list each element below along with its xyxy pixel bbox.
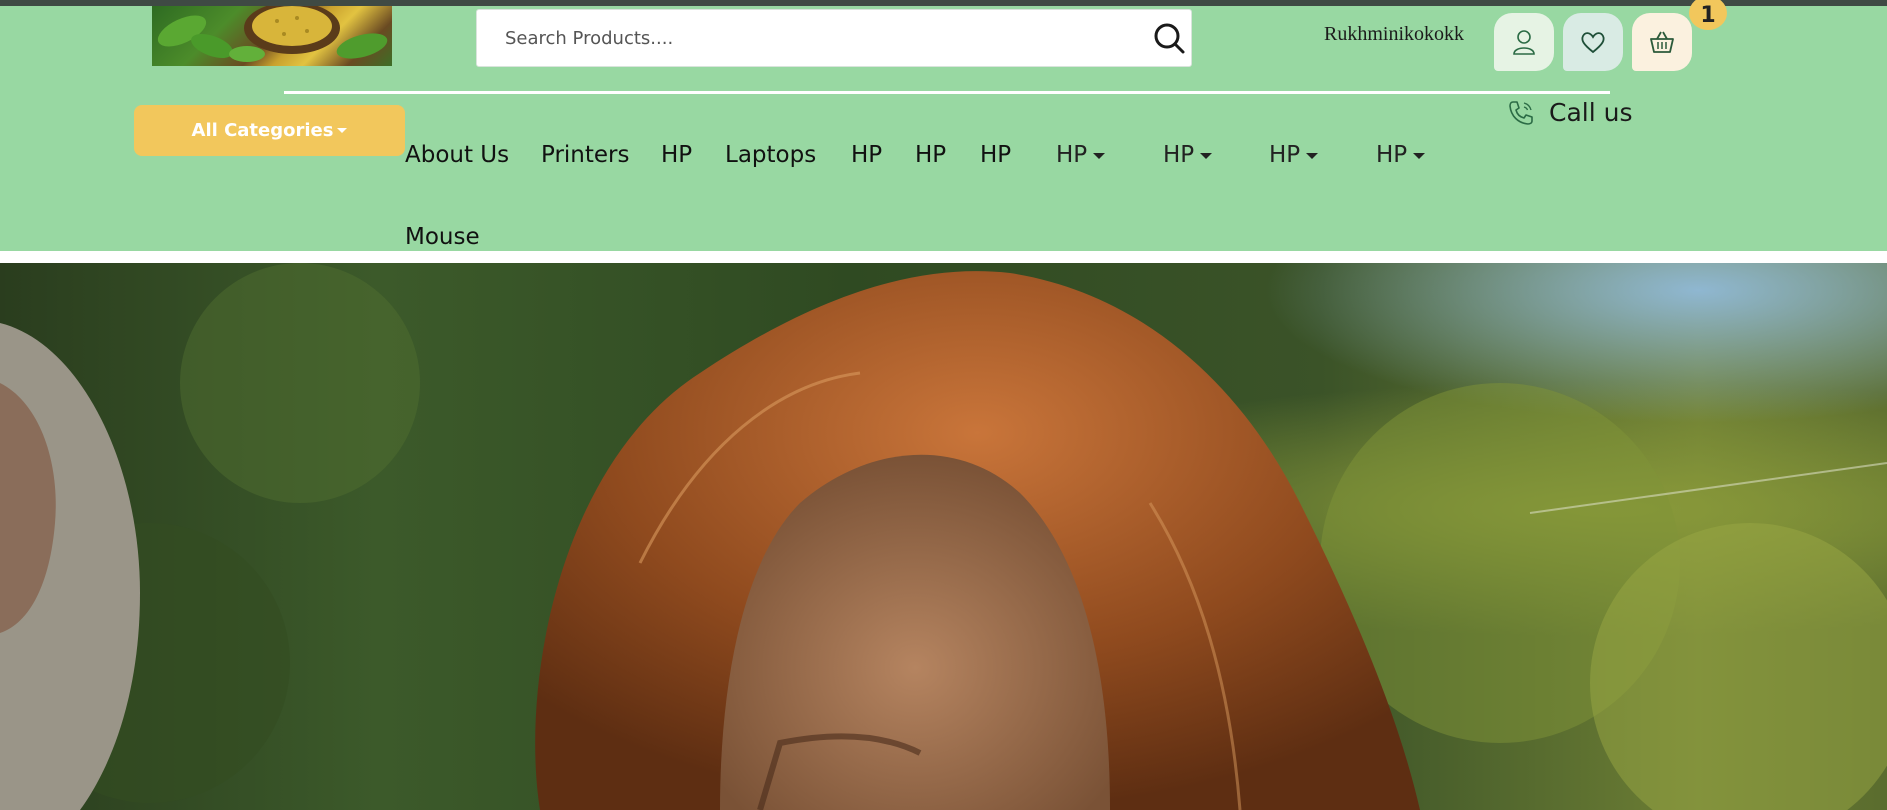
chevron-down-icon bbox=[1200, 152, 1213, 159]
site-header: Rukhminikokokk 1 Call us All Categories bbox=[0, 0, 1887, 251]
site-logo[interactable] bbox=[152, 6, 392, 66]
chevron-down-icon bbox=[1093, 152, 1106, 159]
chevron-down-icon bbox=[1413, 152, 1426, 159]
nav-item-about-us[interactable]: About Us bbox=[405, 142, 509, 168]
account-username[interactable]: Rukhminikokokk bbox=[1324, 23, 1464, 46]
nav-item-hp[interactable]: HP bbox=[980, 142, 1011, 168]
search-icon bbox=[1154, 23, 1185, 54]
header-spacer bbox=[0, 251, 1887, 263]
nav-dropdown-label: HP bbox=[1163, 142, 1195, 168]
all-categories-label: All Categories bbox=[191, 120, 334, 141]
nav-dropdown-hp[interactable]: HP bbox=[1376, 142, 1426, 168]
nav-item-hp[interactable]: HP bbox=[851, 142, 882, 168]
nav-item-laptops[interactable]: Laptops bbox=[725, 142, 816, 168]
user-icon bbox=[1513, 30, 1535, 55]
account-button[interactable] bbox=[1494, 13, 1554, 71]
phone-icon bbox=[1509, 100, 1533, 125]
all-categories-button[interactable]: All Categories bbox=[134, 105, 405, 156]
call-us-link[interactable]: Call us bbox=[1507, 98, 1632, 127]
search-button[interactable] bbox=[1151, 20, 1187, 56]
basket-icon bbox=[1650, 31, 1674, 53]
header-divider bbox=[284, 91, 1610, 94]
call-us-label: Call us bbox=[1549, 98, 1633, 127]
nav-item-printers[interactable]: Printers bbox=[541, 142, 630, 168]
cart-count-badge: 1 bbox=[1689, 0, 1727, 30]
nav-dropdown-label: HP bbox=[1056, 142, 1088, 168]
heart-icon bbox=[1581, 32, 1605, 54]
search-input[interactable] bbox=[505, 10, 1105, 66]
nav-item-hp[interactable]: HP bbox=[915, 142, 946, 168]
cart-button[interactable] bbox=[1632, 13, 1692, 71]
search-bar bbox=[476, 9, 1192, 67]
nav-dropdown-hp[interactable]: HP bbox=[1269, 142, 1319, 168]
nav-item-mouse[interactable]: Mouse bbox=[405, 224, 480, 250]
nav-dropdown-hp[interactable]: HP bbox=[1163, 142, 1213, 168]
hero-banner-image bbox=[0, 263, 1887, 810]
nav-dropdown-hp[interactable]: HP bbox=[1056, 142, 1106, 168]
wishlist-button[interactable] bbox=[1563, 13, 1623, 71]
chevron-down-icon bbox=[1306, 152, 1319, 159]
nav-dropdown-label: HP bbox=[1269, 142, 1301, 168]
nav-dropdown-label: HP bbox=[1376, 142, 1408, 168]
nav-item-hp[interactable]: HP bbox=[661, 142, 692, 168]
chevron-down-icon bbox=[337, 128, 348, 133]
